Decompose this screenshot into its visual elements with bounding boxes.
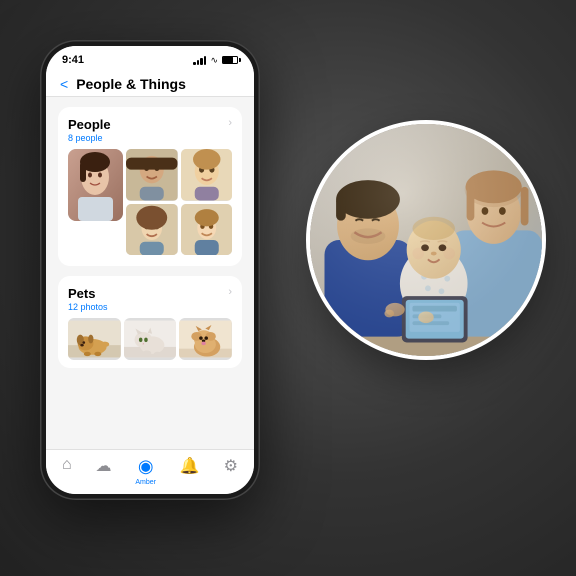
people-title: People [68, 117, 111, 132]
people-thumb-1[interactable] [126, 149, 178, 201]
family-photo-inner [310, 124, 542, 356]
cloud-icon: ☁ [95, 456, 111, 476]
back-button[interactable]: < [60, 76, 68, 92]
pets-thumb-3[interactable] [179, 318, 232, 360]
pets-thumb-1[interactable] [68, 318, 121, 360]
people-grid [68, 149, 232, 258]
pets-section: Pets 12 photos › [58, 276, 242, 368]
scene: 9:41 ∿ < People & Things [0, 0, 576, 576]
pets-subtitle: 12 photos [68, 302, 108, 312]
people-section-titles: People 8 people [68, 117, 111, 143]
tab-cloud[interactable]: ☁ [95, 456, 111, 486]
page-title: People & Things [76, 76, 186, 92]
bell-icon: 🔔 [180, 456, 200, 476]
people-section-header[interactable]: People 8 people › [68, 117, 232, 143]
pets-thumb-2[interactable] [124, 318, 177, 360]
tab-settings[interactable]: ⚙ [224, 456, 238, 486]
amber-icon: ◉ [138, 456, 154, 477]
tab-amber[interactable]: ◉ Amber [135, 456, 156, 486]
screen-content: People 8 people › [46, 97, 254, 449]
pets-chevron[interactable]: › [228, 286, 232, 298]
battery-icon [222, 56, 238, 64]
wifi-icon: ∿ [210, 55, 218, 66]
tab-bar: ⌂ ☁ ◉ Amber 🔔 ⚙ [46, 449, 254, 494]
nav-bar: < People & Things [46, 70, 254, 97]
phone-screen: 9:41 ∿ < People & Things [46, 46, 254, 494]
tab-notifications[interactable]: 🔔 [180, 456, 200, 486]
home-icon: ⌂ [62, 456, 72, 474]
people-sub-grid [126, 149, 232, 255]
gear-icon: ⚙ [224, 456, 238, 476]
signal-icon [193, 55, 206, 65]
phone-shell: 9:41 ∿ < People & Things [40, 40, 260, 500]
tab-home[interactable]: ⌂ [62, 456, 72, 486]
people-chevron[interactable]: › [228, 117, 232, 129]
people-thumb-4[interactable] [181, 204, 233, 256]
people-subtitle: 8 people [68, 133, 111, 143]
status-time: 9:41 [62, 54, 84, 66]
amber-label: Amber [135, 479, 156, 486]
pets-grid [68, 318, 232, 360]
people-thumb-3[interactable] [126, 204, 178, 256]
people-thumb-2[interactable] [181, 149, 233, 201]
status-bar: 9:41 ∿ [46, 46, 254, 70]
pets-section-header[interactable]: Pets 12 photos › [68, 286, 232, 312]
pets-title: Pets [68, 286, 108, 301]
pets-section-titles: Pets 12 photos [68, 286, 108, 312]
family-photo [306, 120, 546, 360]
status-icons: ∿ [193, 55, 238, 66]
people-section: People 8 people › [58, 107, 242, 266]
people-main-photo[interactable] [68, 149, 123, 221]
